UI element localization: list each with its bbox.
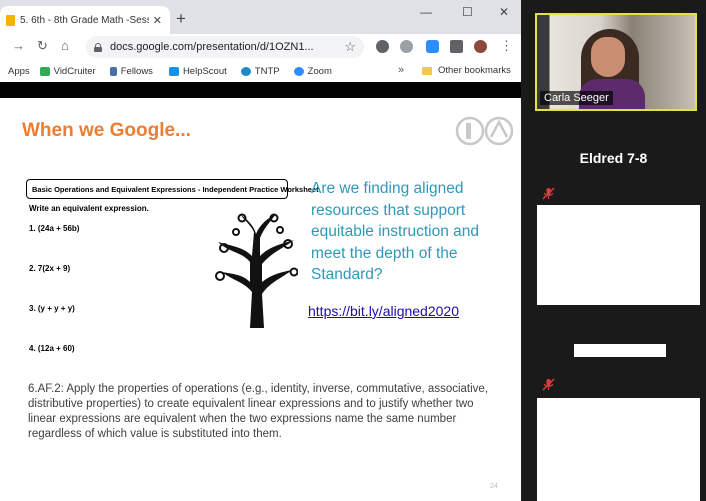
speaker-name-label: Carla Seeger [540,91,613,105]
worksheet-problem: 1. (24a + 56b) [29,224,80,233]
bookmark-label: VidCruiter [53,65,96,77]
bookmark-label: TNTP [254,65,280,77]
folder-icon [422,66,432,75]
muted-mic-icon [542,378,555,391]
lock-icon [94,42,102,52]
worksheet-problem: 2. 7(2x + 9) [29,264,71,273]
tree-image [215,213,298,328]
close-tab-icon[interactable]: ✕ [153,14,162,27]
zoom-extension-icon[interactable] [426,40,439,53]
slide-question: Are we finding aligned resources that su… [311,180,480,283]
bookmark-label: HelpScout [182,65,227,77]
tab-title: 5. 6th - 8th Grade Math -Session [20,14,149,26]
worksheet-problem: 3. (y + y + y) [29,304,75,313]
tntp-icon [240,66,251,76]
address-bar[interactable]: docs.google.com/presentation/d/1OZN1... … [86,36,364,58]
zoom-participant-panel: Carla Seeger Eldred 7-8 [521,0,706,501]
worksheet-header: Basic Operations and Equivalent Expressi… [26,179,319,199]
bookmark-zoom[interactable]: Zoom [293,65,332,77]
presentation-slide: When we Google... Basic Operations and E… [0,98,521,501]
minimize-icon[interactable]: — [420,5,432,19]
browser-tab[interactable]: 5. 6th - 8th Grade Math -Session ✕ [0,6,170,34]
speaker-face [591,37,625,77]
participant-video-tile[interactable] [537,398,700,501]
bookmark-helpscout[interactable]: HelpScout [168,65,227,77]
forward-icon[interactable]: → [12,38,25,54]
bookmark-tntp[interactable]: TNTP [240,65,280,77]
participant-name: Eldred 7-8 [579,150,648,166]
more-bookmarks-button[interactable]: » [398,64,404,76]
participant-name-bar [574,344,666,357]
browser-window: 5. 6th - 8th Grade Math -Session ✕ + — ☐… [0,0,521,501]
participant-video-tile[interactable] [537,205,700,305]
other-bookmarks-folder[interactable]: Other bookmarks [422,65,511,76]
other-bookmarks-label: Other bookmarks [438,65,511,76]
tab-strip: 5. 6th - 8th Grade Math -Session ✕ + — ☐… [0,0,521,34]
bookmark-star-icon[interactable]: ☆ [344,39,356,55]
maximize-icon[interactable]: ☐ [462,5,473,19]
zoom-icon [293,66,304,76]
browser-toolbar: → ↻ ⌂ docs.google.com/presentation/d/1OZ… [0,34,521,60]
active-speaker-video[interactable]: Carla Seeger [535,13,697,111]
fellows-icon [109,66,117,76]
helpscout-icon [168,66,179,76]
slide-title: When we Google... [22,120,191,141]
reload-icon[interactable]: ↻ [37,38,48,54]
muted-mic-icon [542,187,555,200]
standard-text: 6.AF.2: Apply the properties of operatio… [28,383,489,440]
vidcruiter-icon [39,66,50,76]
profile-avatar[interactable] [474,40,487,53]
bookmarks-bar: Apps VidCruiter Fellows HelpScout TNTP Z… [0,60,521,82]
new-tab-icon[interactable]: + [176,9,186,29]
browser-menu-icon[interactable]: ⋮ [500,38,513,54]
screen: 5. 6th - 8th Grade Math -Session ✕ + — ☐… [0,0,706,501]
bookmark-label: Apps [8,65,30,77]
slide-number: 24 [490,483,498,490]
bookmark-fellows[interactable]: Fellows [109,65,153,77]
window-close-icon[interactable]: ✕ [499,5,509,19]
extensions-puzzle-icon[interactable] [450,40,463,53]
bookmark-apps[interactable]: Apps [8,66,30,77]
bookmark-label: Zoom [307,65,332,77]
bookmark-label: Fellows [120,65,153,77]
extension-logo-icon[interactable] [400,40,413,53]
slides-frame-top [0,82,521,98]
worksheet-problem: 4. (12a + 60) [29,344,75,353]
worksheet-instruction: Write an equivalent expression. [29,204,149,213]
slides-favicon-icon [6,14,15,26]
extension-record-icon[interactable] [376,40,389,53]
url-text: docs.google.com/presentation/d/1OZN1... [110,41,314,53]
home-icon[interactable]: ⌂ [61,38,69,54]
tntp-logo-icon [455,116,514,146]
aligned-resources-link[interactable]: https://bit.ly/aligned2020 [308,303,459,319]
bookmark-vidcruiter[interactable]: VidCruiter [39,65,96,77]
